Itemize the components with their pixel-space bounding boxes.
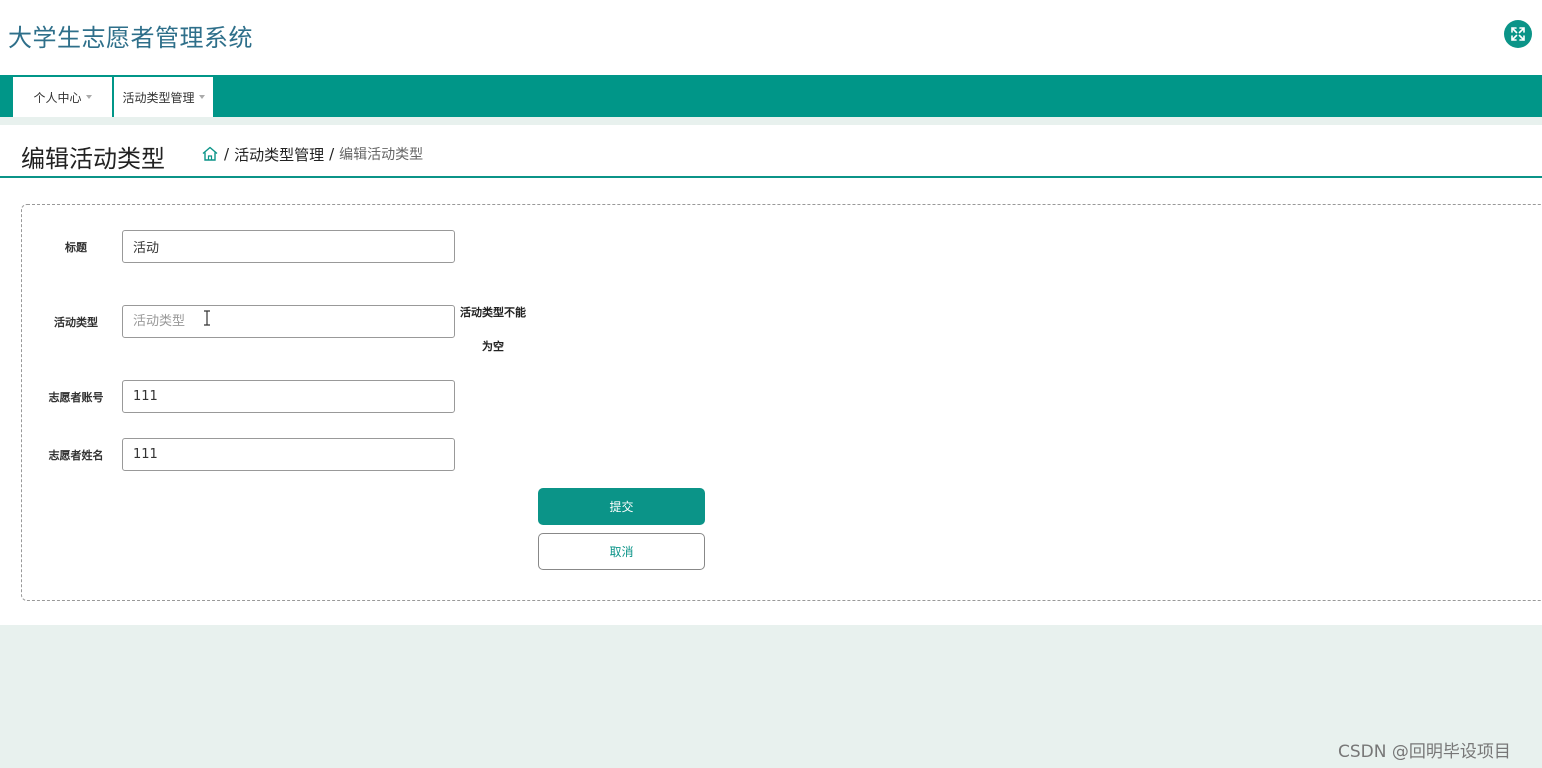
breadcrumb-current: 编辑活动类型 — [339, 147, 424, 163]
app-header: 大学生志愿者管理系统 — [0, 0, 1542, 75]
nav-item-label: 活动类型管理 — [122, 90, 195, 105]
page-band — [0, 117, 1542, 125]
app-title: 大学生志愿者管理系统 — [8, 24, 253, 52]
activity-type-error: 活动类型不能 为空 — [456, 296, 530, 364]
nav-item-label: 个人中心 — [33, 90, 82, 105]
error-line: 为空 — [482, 340, 504, 353]
field-label-activity-type: 活动类型 — [54, 316, 98, 329]
activity-type-input[interactable] — [122, 305, 455, 338]
top-navbar: 个人中心 活动类型管理 — [0, 75, 1542, 117]
breadcrumb-separator: / — [329, 145, 335, 163]
watermark: CSDN @回明毕设项目 — [1338, 742, 1511, 762]
expand-icon — [1511, 27, 1525, 41]
page-title: 编辑活动类型 — [21, 145, 165, 173]
volunteer-name-input[interactable] — [122, 438, 455, 471]
title-input[interactable] — [122, 230, 455, 263]
text-cursor-icon — [204, 310, 210, 326]
breadcrumb-separator: / — [224, 145, 230, 163]
breadcrumb: / 活动类型管理 / 编辑活动类型 — [201, 144, 423, 164]
title-row: 编辑活动类型 / 活动类型管理 / 编辑活动类型 — [0, 125, 1542, 178]
caret-down-icon — [198, 95, 205, 99]
cancel-button[interactable]: 取消 — [538, 533, 705, 570]
breadcrumb-parent[interactable]: 活动类型管理 — [234, 144, 324, 165]
field-label-title: 标题 — [65, 241, 87, 254]
fullscreen-button[interactable] — [1504, 20, 1532, 48]
field-label-volunteer-name: 志愿者姓名 — [48, 449, 104, 462]
submit-button[interactable]: 提交 — [538, 488, 705, 525]
nav-item-activity-type-management[interactable]: 活动类型管理 — [114, 77, 213, 117]
caret-down-icon — [85, 95, 92, 99]
volunteer-account-input[interactable] — [122, 380, 455, 413]
field-label-volunteer-account: 志愿者账号 — [48, 391, 104, 404]
error-line: 活动类型不能 — [460, 306, 526, 319]
nav-item-personal-center[interactable]: 个人中心 — [13, 77, 112, 117]
home-icon[interactable] — [201, 145, 219, 163]
